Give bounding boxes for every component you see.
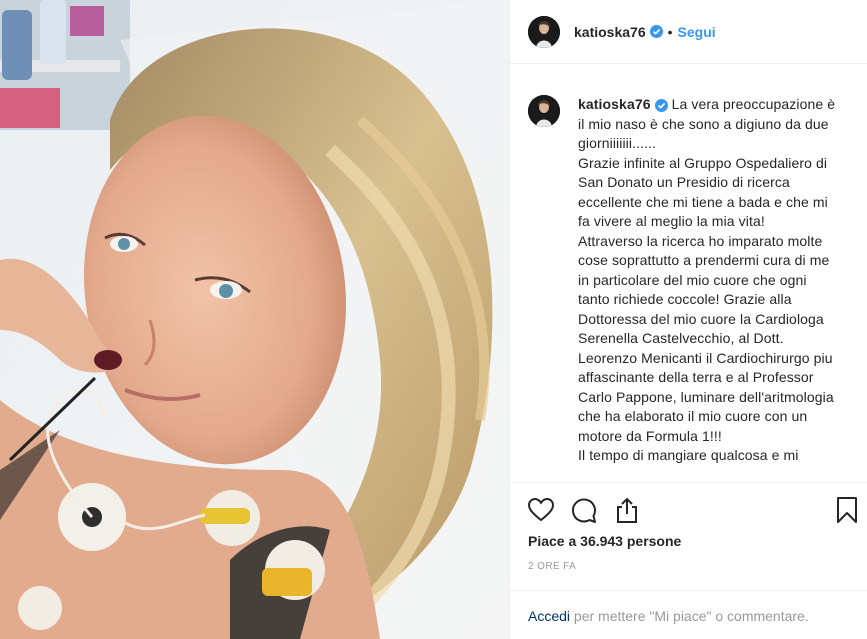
avatar[interactable]: [528, 15, 560, 48]
login-prompt: Accedi per mettere "Mi piace" o commenta…: [510, 590, 867, 639]
post-side-panel: katioska76 • Segui katioska76 La vera pre…: [509, 0, 867, 639]
likes-count[interactable]: Piace a 36.943 persone: [528, 533, 681, 549]
verified-badge-icon: [649, 25, 663, 38]
action-bar: [510, 482, 867, 538]
post-photo[interactable]: [0, 0, 509, 639]
comments-area[interactable]: katioska76 La vera preoccupazione è il mi…: [510, 64, 867, 482]
follow-button[interactable]: Segui: [678, 24, 716, 40]
comment-icon[interactable]: [568, 495, 598, 525]
caption-verified-badge-icon: [654, 98, 668, 112]
header-username[interactable]: katioska76: [574, 24, 646, 40]
share-icon[interactable]: [612, 495, 642, 525]
login-link[interactable]: Accedi: [528, 608, 570, 624]
post-header: katioska76 • Segui: [510, 0, 867, 64]
bookmark-icon[interactable]: [832, 495, 862, 525]
caption-row: katioska76 La vera preoccupazione è il mi…: [528, 95, 853, 466]
post-timestamp[interactable]: 2 ORE FA: [528, 561, 576, 572]
caption-username[interactable]: katioska76: [578, 96, 651, 112]
caption-avatar[interactable]: [528, 95, 560, 127]
selfie-image: [0, 0, 509, 639]
caption-text: La vera preoccupazione è il mio naso è c…: [578, 96, 836, 463]
heart-icon[interactable]: [526, 495, 556, 525]
instagram-post: katioska76 • Segui katioska76 La vera pre…: [0, 0, 867, 639]
login-prompt-text: per mettere "Mi piace" o commentare.: [570, 608, 809, 624]
separator-dot: •: [667, 23, 673, 40]
caption-text-block: katioska76 La vera preoccupazione è il mi…: [578, 95, 840, 466]
